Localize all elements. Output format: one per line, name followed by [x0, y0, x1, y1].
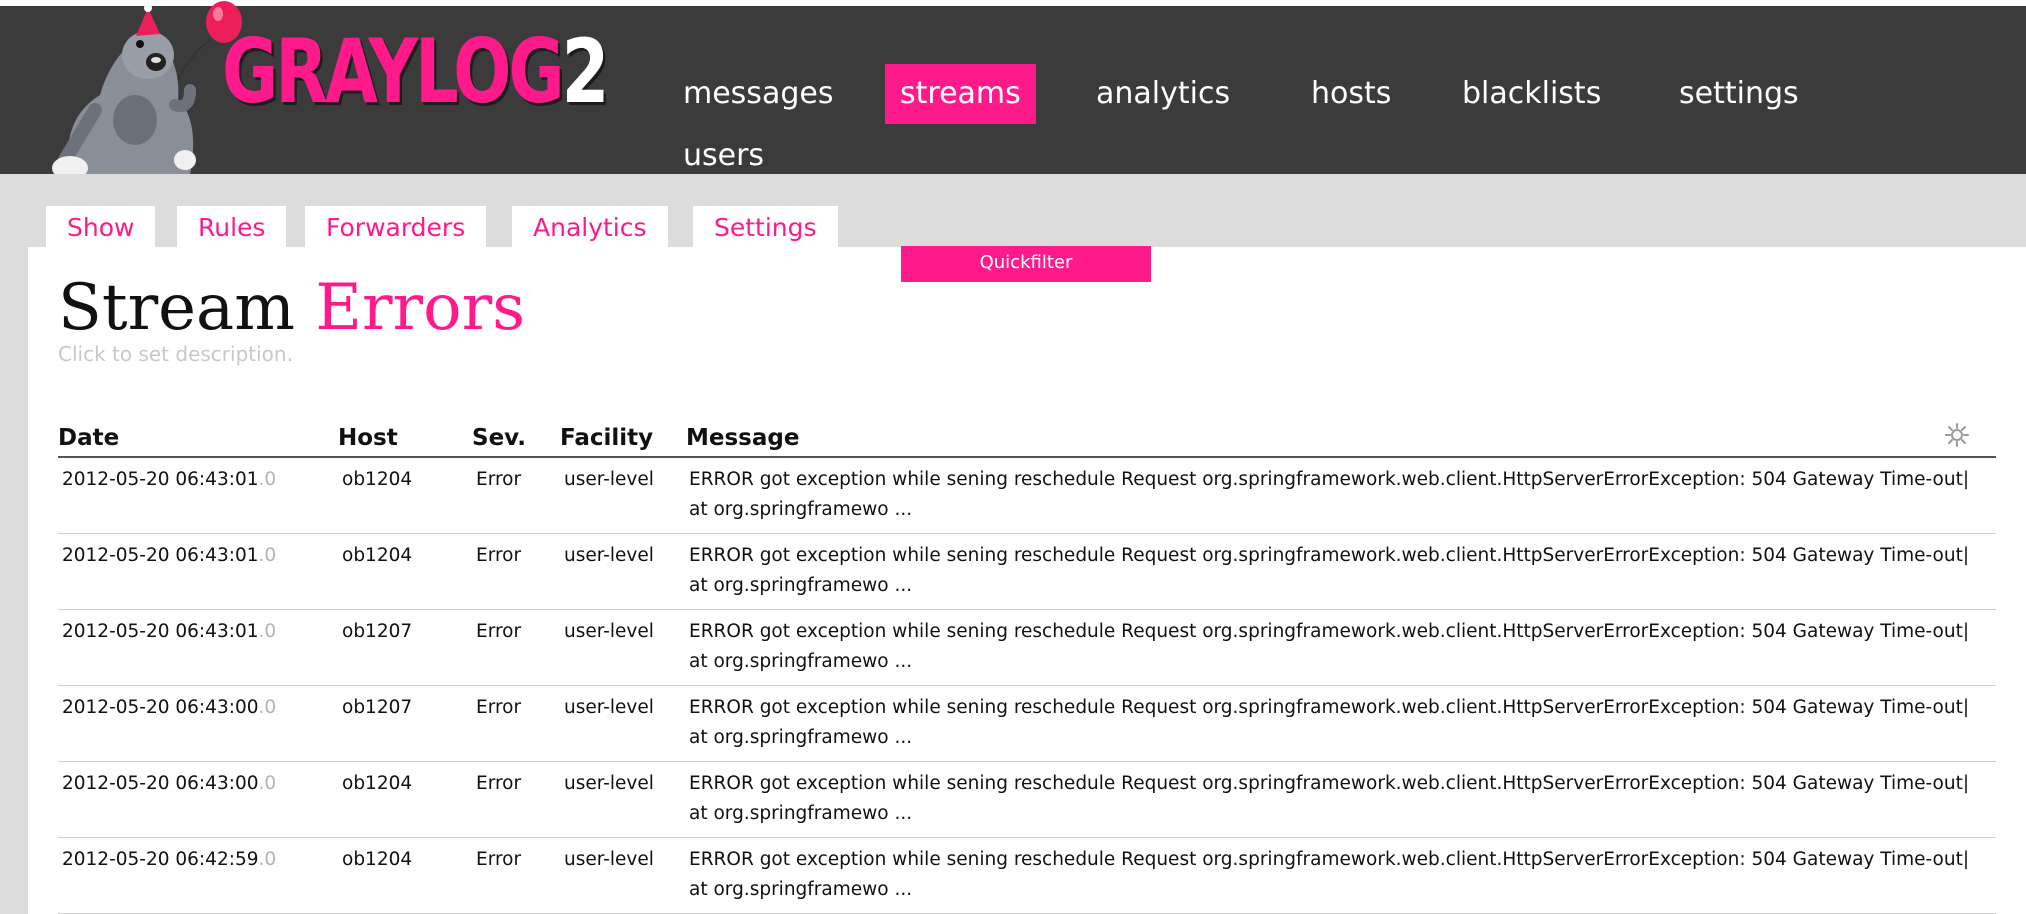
row-severity: Error	[476, 621, 522, 642]
row-message: ERROR got exception while sening resched…	[689, 849, 1970, 900]
row-date: 2012-05-20 06:43:01.0	[62, 545, 277, 566]
table-row[interactable]: 2012-05-20 06:43:01.0 ob1207 Error user-…	[58, 610, 1996, 686]
nav-messages[interactable]: messages	[668, 64, 848, 124]
column-header-severity: Sev.	[472, 425, 527, 451]
nav-streams[interactable]: streams	[885, 64, 1036, 124]
row-facility: user-level	[564, 697, 654, 718]
row-host: ob1207	[342, 697, 413, 718]
tab-forwarders[interactable]: Forwarders	[305, 206, 487, 247]
column-header-facility: Facility	[560, 425, 654, 451]
top-header: GRAYLOG2 messages streams analytics host…	[0, 0, 2026, 180]
row-date: 2012-05-20 06:43:01.0	[62, 469, 277, 490]
column-header-date: Date	[58, 425, 120, 451]
row-message: ERROR got exception while sening resched…	[689, 773, 1970, 824]
row-severity: Error	[476, 469, 522, 490]
row-facility: user-level	[564, 545, 654, 566]
stream-name[interactable]: Errors	[315, 271, 525, 345]
row-host: ob1204	[342, 849, 413, 870]
nav-hosts[interactable]: hosts	[1296, 64, 1406, 124]
quickfilter-button[interactable]: Quickfilter	[901, 246, 1151, 282]
table-row[interactable]: 2012-05-20 06:43:01.0 ob1204 Error user-…	[58, 458, 1996, 534]
column-header-host: Host	[338, 425, 398, 451]
row-message: ERROR got exception while sening resched…	[689, 545, 1970, 596]
table-row[interactable]: 2012-05-20 06:43:00.0 ob1207 Error user-…	[58, 686, 1996, 762]
tab-analytics[interactable]: Analytics	[512, 206, 668, 247]
nav-settings[interactable]: settings	[1664, 64, 1814, 124]
nav-users[interactable]: users	[668, 124, 779, 176]
row-severity: Error	[476, 849, 522, 870]
row-host: ob1204	[342, 545, 413, 566]
column-header-message: Message	[686, 425, 800, 451]
row-facility: user-level	[564, 849, 654, 870]
stream-tab-band	[0, 174, 2026, 247]
row-host: ob1204	[342, 469, 413, 490]
table-row[interactable]: 2012-05-20 06:42:59.0 ob1204 Error user-…	[58, 838, 1996, 914]
row-severity: Error	[476, 545, 522, 566]
row-facility: user-level	[564, 773, 654, 794]
row-severity: Error	[476, 773, 522, 794]
tab-show[interactable]: Show	[46, 206, 156, 247]
row-facility: user-level	[564, 621, 654, 642]
tab-rules[interactable]: Rules	[177, 206, 287, 247]
row-message: ERROR got exception while sening resched…	[689, 621, 1970, 672]
content-left-border	[0, 174, 28, 914]
tab-settings[interactable]: Settings	[693, 206, 838, 247]
graylog-logo-text: GRAYLOG2	[222, 20, 610, 123]
gear-icon[interactable]	[1944, 422, 1970, 448]
row-message: ERROR got exception while sening resched…	[689, 469, 1970, 520]
row-date: 2012-05-20 06:43:00.0	[62, 697, 277, 718]
page-title-prefix: Stream	[58, 271, 295, 345]
graylog-mascot-logo	[52, 1, 242, 180]
row-facility: user-level	[564, 469, 654, 490]
row-host: ob1204	[342, 773, 413, 794]
page-title: Stream Errors	[58, 270, 525, 346]
table-row[interactable]: 2012-05-20 06:43:01.0 ob1204 Error user-…	[58, 534, 1996, 610]
row-severity: Error	[476, 697, 522, 718]
logo-version-number: 2	[561, 20, 610, 123]
nav-blacklists[interactable]: blacklists	[1447, 64, 1616, 124]
row-date: 2012-05-20 06:43:01.0	[62, 621, 277, 642]
nav-analytics[interactable]: analytics	[1081, 64, 1245, 124]
row-message: ERROR got exception while sening resched…	[689, 697, 1970, 748]
row-host: ob1207	[342, 621, 413, 642]
logo-main-text: GRAYLOG	[222, 20, 565, 123]
row-date: 2012-05-20 06:42:59.0	[62, 849, 277, 870]
table-row[interactable]: 2012-05-20 06:43:00.0 ob1204 Error user-…	[58, 762, 1996, 838]
stream-description[interactable]: Click to set description.	[58, 342, 293, 366]
row-date: 2012-05-20 06:43:00.0	[62, 773, 277, 794]
